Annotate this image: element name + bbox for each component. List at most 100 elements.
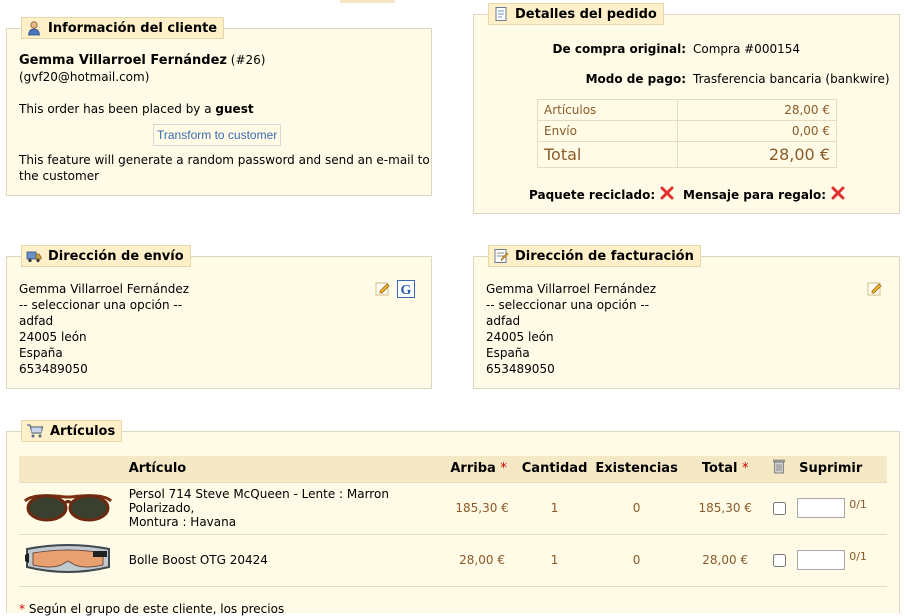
customer-name-line: Gemma Villarroel Fernández (#26)	[19, 53, 265, 68]
totals-row-articles: Artículos 28,00 €	[536, 99, 837, 121]
articles-title: Artículos	[50, 423, 116, 439]
shipping-line-option: -- seleccionar una opción --	[19, 298, 183, 312]
customer-info-legend: Información del cliente	[21, 17, 225, 39]
customer-info-panel: Información del cliente Gemma Villarroel…	[6, 17, 432, 196]
billing-line-country: España	[486, 346, 530, 360]
billing-line-name: Gemma Villarroel Fernández	[486, 282, 657, 296]
totals-shipping-label: Envío	[536, 120, 679, 142]
product-stock: 0	[591, 534, 682, 587]
recycled-package-line: Paquete reciclado:	[529, 186, 674, 203]
red-x-icon	[660, 186, 674, 203]
shipping-address-legend: Dirección de envío	[21, 245, 191, 267]
header-price-star: *	[500, 461, 507, 477]
quantity-suffix: 0/1	[849, 550, 867, 563]
header-quantity: Cantidad	[517, 456, 592, 483]
totals-total-value: 28,00 €	[677, 141, 837, 168]
header-total-label: Total	[701, 461, 738, 477]
totals-articles-value: 28,00 €	[677, 99, 837, 121]
shipping-line-name: Gemma Villarroel Fernández	[19, 282, 190, 296]
header-delete-label: Suprimir	[799, 461, 863, 477]
articles-table: Artículo Arriba * Cantidad Existencias T…	[19, 456, 887, 587]
gift-message-line: Mensaje para regalo:	[683, 186, 845, 203]
footnote-text: Según el grupo de este cliente, los prec…	[28, 602, 285, 616]
header-delete: Suprimir	[768, 456, 887, 483]
shipping-address-title: Dirección de envío	[48, 248, 184, 264]
original-order-label: De compra original:	[552, 42, 686, 56]
product-total: 28,00 €	[681, 534, 769, 587]
header-price-label: Arriba	[450, 461, 496, 477]
transform-to-customer-button[interactable]: Transform to customer	[153, 124, 282, 146]
document-icon	[493, 6, 509, 22]
google-maps-icon[interactable]: G	[397, 280, 415, 301]
articles-header-row: Artículo Arriba * Cantidad Existencias T…	[19, 456, 887, 483]
billing-address-legend: Dirección de facturación	[488, 245, 701, 267]
product-name-line1: Bolle Boost OTG 20424	[128, 553, 268, 567]
sunglasses-image	[23, 489, 121, 528]
billing-address-title: Dirección de facturación	[515, 248, 694, 264]
product-name-line2: Montura : Havana	[128, 515, 237, 529]
totals-row-shipping: Envío 0,00 €	[536, 120, 837, 142]
feature-text-line2: the customer	[19, 169, 100, 183]
quantity-suffix: 0/1	[849, 498, 867, 511]
ski-goggles-image	[23, 539, 121, 582]
guest-line: This order has been placed by a guest	[19, 102, 254, 116]
customer-id: (#26)	[230, 53, 266, 67]
customer-name: Gemma Villarroel Fernández	[19, 53, 227, 68]
totals-row-total: Total 28,00 €	[536, 141, 837, 168]
original-order-value: Compra #000154	[693, 42, 800, 56]
product-image-cell	[19, 534, 125, 587]
order-totals-table: Artículos 28,00 € Envío 0,00 € Total 28,…	[536, 99, 837, 168]
articles-panel: Artículos Artículo Arriba * Cantidad Exi…	[6, 420, 900, 616]
table-row: Persol 714 Steve McQueen - Lente : Marro…	[19, 482, 887, 535]
product-total: 185,30 €	[681, 482, 769, 535]
pencil-icon[interactable]	[867, 281, 883, 300]
footnote-star: *	[19, 602, 25, 616]
guest-word: guest	[215, 102, 254, 116]
totals-articles-label: Artículos	[536, 99, 679, 121]
product-stock: 0	[591, 482, 682, 535]
product-image-cell	[19, 482, 125, 535]
order-details-legend: Detalles del pedido	[488, 3, 664, 25]
header-total-star: *	[741, 461, 749, 477]
product-name-cell: Persol 714 Steve McQueen - Lente : Marro…	[124, 482, 447, 535]
header-article: Artículo	[124, 456, 447, 483]
gift-message-label: Mensaje para regalo:	[683, 187, 827, 202]
feature-text-line1: This feature will generate a random pass…	[19, 153, 430, 167]
product-name-line1: Persol 714 Steve McQueen - Lente : Marro…	[128, 487, 389, 515]
shipping-line-address: adfad	[19, 314, 54, 328]
shipping-line-country: España	[19, 346, 63, 360]
billing-line-address: adfad	[486, 314, 521, 328]
cart-icon	[26, 423, 44, 439]
table-row: Bolle Boost OTG 20424 28,00 € 1 0 28,00 …	[19, 534, 887, 587]
red-x-icon	[831, 186, 845, 203]
delete-cell: 0/1	[768, 482, 887, 535]
product-price: 185,30 €	[446, 482, 518, 535]
delete-cell: 0/1	[768, 534, 887, 587]
recycled-package-label: Paquete reciclado:	[529, 187, 656, 202]
product-name-cell: Bolle Boost OTG 20424	[124, 534, 447, 587]
svg-text:G: G	[401, 283, 412, 298]
product-quantity: 1	[517, 482, 592, 535]
customer-info-title: Información del cliente	[48, 20, 218, 36]
person-icon	[26, 20, 42, 36]
guest-text: This order has been placed by a	[19, 102, 212, 116]
delete-quantity-input[interactable]	[797, 550, 846, 570]
billing-line-city: 24005 león	[486, 330, 554, 344]
totals-total-label: Total	[536, 141, 679, 168]
header-total: Total *	[681, 456, 769, 483]
shipping-line-phone: 653489050	[19, 362, 88, 376]
product-price: 28,00 €	[446, 534, 518, 587]
delete-quantity-input[interactable]	[797, 498, 846, 518]
truck-icon	[26, 248, 42, 264]
pencil-icon[interactable]	[375, 281, 391, 300]
product-quantity: 1	[517, 534, 592, 587]
invoice-icon	[493, 248, 509, 264]
delete-checkbox[interactable]	[772, 553, 786, 567]
delete-checkbox[interactable]	[772, 501, 786, 515]
order-details-title: Detalles del pedido	[515, 6, 657, 22]
shipping-address-panel: Dirección de envío Gemma Villarroel Fern…	[6, 245, 432, 389]
totals-shipping-value: 0,00 €	[677, 120, 837, 142]
customer-email: (gvf20@hotmail.com)	[19, 70, 150, 84]
header-stock: Existencias	[591, 456, 682, 483]
header-price: Arriba *	[446, 456, 518, 483]
